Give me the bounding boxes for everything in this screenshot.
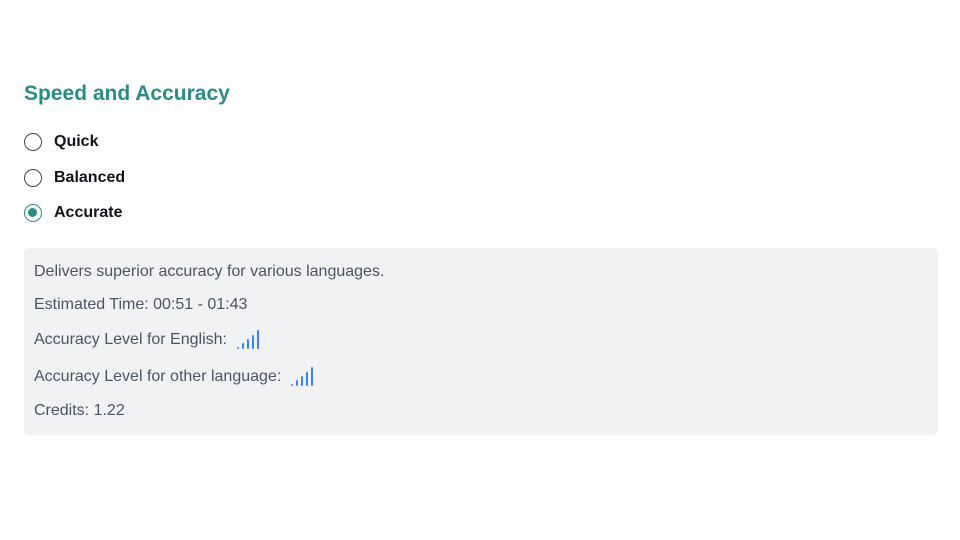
option-quick[interactable]: Quick (24, 131, 938, 153)
signal-bar (236, 347, 239, 349)
description-text: Delivers superior accuracy for various l… (34, 263, 385, 280)
signal-bar (291, 384, 294, 386)
speed-accuracy-panel: Speed and Accuracy Quick Balanced Accura… (24, 80, 938, 238)
accuracy-english-row: Accuracy Level for English: (34, 329, 928, 351)
radio-balanced[interactable] (24, 168, 42, 187)
radio-accurate[interactable] (24, 204, 42, 222)
credits-text: Credits: 1.22 (34, 402, 125, 419)
option-balanced[interactable]: Balanced (24, 167, 938, 189)
signal-bar (296, 380, 299, 386)
signal-bar (256, 330, 259, 349)
radio-quick[interactable] (24, 133, 42, 151)
option-details-box: Delivers superior accuracy for various l… (24, 248, 938, 435)
accuracy-other-row: Accuracy Level for other language: (34, 366, 928, 388)
signal-bar (301, 376, 304, 386)
accuracy-english-label: Accuracy Level for English: (34, 331, 227, 348)
signal-bar (306, 372, 309, 386)
option-accurate-label[interactable]: Accurate (54, 204, 122, 222)
option-quick-label[interactable]: Quick (54, 133, 98, 151)
section-title: Speed and Accuracy (24, 82, 230, 105)
signal-bar (241, 343, 244, 349)
speed-options-radio-group: Quick Balanced Accurate (24, 131, 938, 224)
signal-bars-icon (291, 366, 314, 386)
signal-bar (251, 335, 254, 349)
estimated-time-text: Estimated Time: 00:51 - 01:43 (34, 296, 248, 313)
signal-bars-icon (236, 329, 259, 349)
signal-bar (311, 367, 314, 386)
option-balanced-label[interactable]: Balanced (54, 169, 125, 187)
option-accurate[interactable]: Accurate (24, 202, 938, 224)
signal-bar (246, 339, 249, 349)
accuracy-other-label: Accuracy Level for other language: (34, 368, 282, 385)
